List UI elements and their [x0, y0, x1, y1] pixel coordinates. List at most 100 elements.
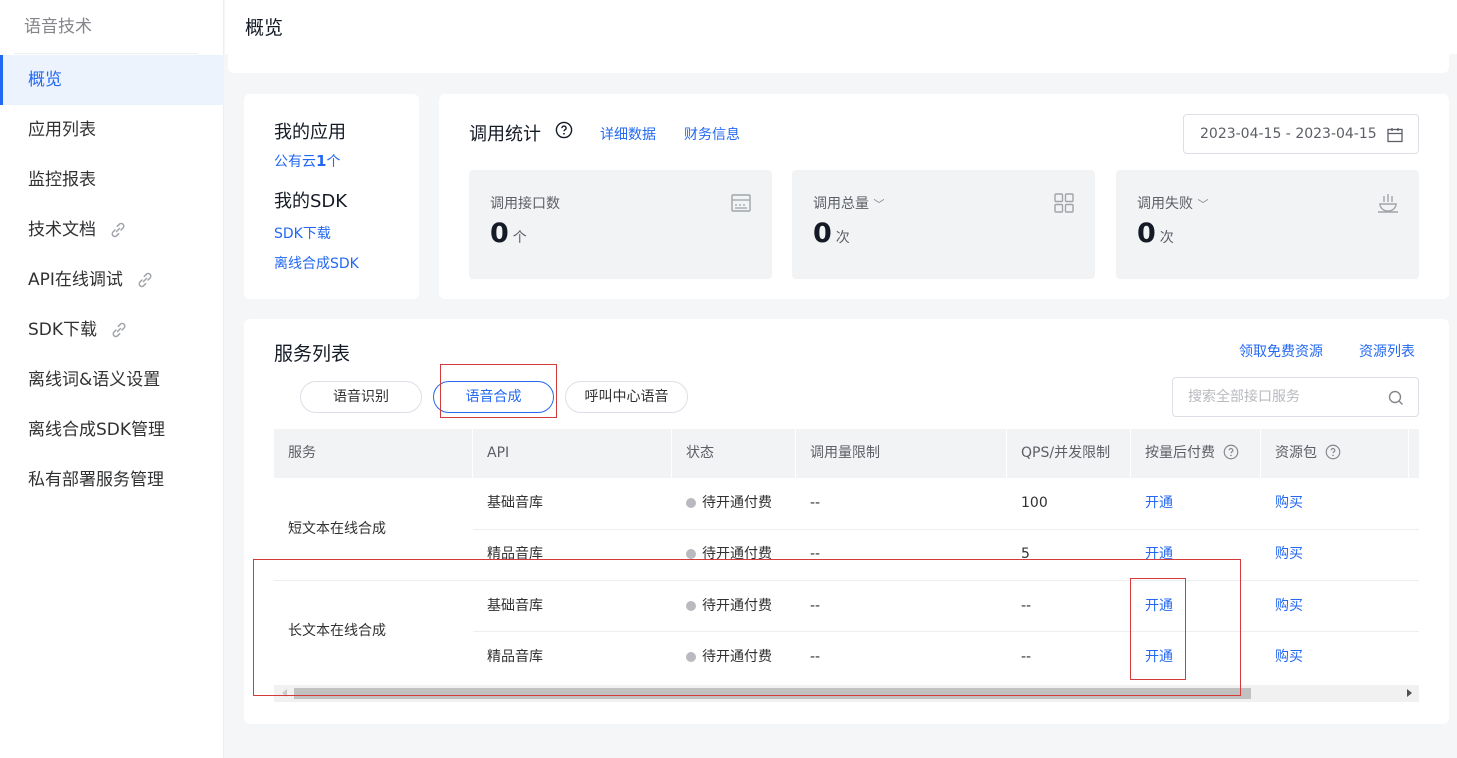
sidebar: 语音技术 概览 应用列表 监控报表 技术文档 API在线调试 SDK下载 离线词… [0, 0, 224, 758]
finance-info-link[interactable]: 财务信息 [684, 124, 740, 144]
public-cloud-label: 公有云 [274, 154, 316, 170]
column-header-package: 资源包 [1261, 429, 1409, 478]
sidebar-item-label: 离线合成SDK管理 [28, 420, 166, 440]
tab-speech-synthesis[interactable]: 语音合成 [433, 381, 554, 413]
stat-value: 0次 [1137, 218, 1174, 249]
buy-package-link[interactable]: 购买 [1261, 632, 1303, 683]
stat-label: 调用接口数 [490, 196, 560, 212]
tab-call-center-voice[interactable]: 呼叫中心语音 [565, 381, 688, 413]
detail-data-link[interactable]: 详细数据 [600, 124, 656, 144]
help-icon[interactable] [555, 121, 573, 139]
sidebar-item-offline-sdk-manage[interactable]: 离线合成SDK管理 [0, 405, 224, 455]
stat-unit: 次 [1159, 230, 1174, 246]
api-name: 精品音库 [487, 649, 543, 665]
status-dot [686, 498, 696, 508]
call-stats-card: 调用统计 详细数据 财务信息 2023-04-15 - 2023-04-15 调… [439, 94, 1449, 299]
column-header-qps: QPS/并发限制 [1007, 429, 1131, 478]
page-title: 概览 [245, 17, 284, 39]
call-limit-value: -- [810, 495, 821, 511]
chevron-down-icon: ﹀ [873, 198, 885, 211]
enable-postpaid-link[interactable]: 开通 [1131, 581, 1173, 632]
row-divider [274, 580, 1419, 581]
resource-list-link[interactable]: 资源列表 [1359, 341, 1415, 361]
sidebar-item-private-deploy[interactable]: 私有部署服务管理 [0, 455, 224, 505]
status-dot [686, 549, 696, 559]
link-icon [138, 272, 152, 288]
sidebar-item-label: 应用列表 [28, 120, 96, 140]
sidebar-item-sdk-download[interactable]: SDK下载 [0, 305, 224, 355]
chevron-down-icon: ﹀ [1197, 198, 1209, 211]
buy-package-link[interactable]: 购买 [1261, 581, 1303, 632]
help-icon[interactable] [1325, 444, 1341, 460]
stat-label[interactable]: 调用失败 ﹀ [1137, 193, 1208, 213]
date-range-value: 2023-04-15 - 2023-04-15 [1200, 126, 1377, 142]
page-header: 概览 [225, 0, 1457, 54]
sidebar-item-label: 技术文档 [28, 220, 96, 240]
sidebar-item-app-list[interactable]: 应用列表 [0, 105, 224, 155]
stat-api-count: 调用接口数 0个 [469, 170, 772, 279]
sidebar-title: 语音技术 [24, 17, 92, 37]
status-dot [686, 652, 696, 662]
api-name: 精品音库 [487, 546, 543, 562]
column-header-service: 服务 [274, 429, 473, 478]
sidebar-item-offline-words[interactable]: 离线词&语义设置 [0, 355, 224, 405]
table-header: 服务 API 状态 调用量限制 QPS/并发限制 按量后付费 资源包 [274, 429, 1419, 478]
sidebar-item-label: 概览 [28, 70, 62, 90]
qps-value: -- [1021, 649, 1032, 665]
enable-postpaid-link[interactable]: 开通 [1131, 529, 1173, 580]
call-limit-value: -- [810, 598, 821, 614]
api-name: 基础音库 [487, 598, 543, 614]
status-badge: 待开通付费 [672, 632, 772, 683]
scroll-left-icon[interactable] [282, 689, 287, 697]
buy-package-link[interactable]: 购买 [1261, 529, 1303, 580]
qps-value: 5 [1021, 546, 1030, 562]
status-badge: 待开通付费 [672, 581, 772, 632]
column-header-call-limit: 调用量限制 [796, 429, 1007, 478]
stat-label[interactable]: 调用总量 ﹀ [813, 193, 884, 213]
offline-sdk-link[interactable]: 离线合成SDK [274, 253, 359, 273]
api-icon [731, 194, 751, 212]
sidebar-divider [14, 53, 198, 54]
enable-postpaid-link[interactable]: 开通 [1131, 632, 1173, 683]
enable-postpaid-link[interactable]: 开通 [1131, 478, 1173, 529]
scroll-right-icon[interactable] [1407, 689, 1412, 697]
service-search[interactable] [1172, 377, 1419, 417]
buy-package-link[interactable]: 购买 [1261, 478, 1303, 529]
column-header-status: 状态 [672, 429, 796, 478]
tab-speech-recognition[interactable]: 语音识别 [300, 381, 422, 413]
call-limit-value: -- [810, 546, 821, 562]
public-cloud-link[interactable]: 公有云1个 [274, 151, 340, 171]
grid-icon [1054, 193, 1074, 213]
sidebar-item-monitor[interactable]: 监控报表 [0, 155, 224, 205]
failure-icon [1378, 194, 1398, 213]
search-icon[interactable] [1388, 390, 1404, 406]
public-cloud-suffix: 个 [326, 154, 341, 170]
stats-title: 调用统计 [469, 124, 541, 145]
status-badge: 待开通付费 [672, 529, 772, 580]
link-icon [111, 222, 125, 238]
sidebar-item-label: 监控报表 [28, 170, 96, 190]
search-input[interactable] [1188, 378, 1388, 416]
horizontal-scrollbar[interactable] [274, 685, 1419, 702]
sidebar-item-api-debug[interactable]: API在线调试 [0, 255, 224, 305]
stat-failed-calls: 调用失败 ﹀ 0次 [1116, 170, 1419, 279]
qps-value: 100 [1021, 495, 1048, 511]
sidebar-item-overview[interactable]: 概览 [0, 55, 224, 105]
free-resource-link[interactable]: 领取免费资源 [1239, 341, 1323, 361]
stat-unit: 次 [835, 230, 850, 246]
status-badge: 待开通付费 [672, 478, 772, 529]
date-range-picker[interactable]: 2023-04-15 - 2023-04-15 [1183, 114, 1419, 154]
sidebar-item-docs[interactable]: 技术文档 [0, 205, 224, 255]
stat-value: 0个 [490, 218, 527, 249]
stat-total-calls: 调用总量 ﹀ 0次 [792, 170, 1095, 279]
sidebar-item-label: API在线调试 [28, 270, 123, 290]
status-dot [686, 601, 696, 611]
sidebar-item-label: 私有部署服务管理 [28, 470, 164, 490]
my-sdk-heading: 我的SDK [274, 191, 348, 212]
service-list-title: 服务列表 [274, 343, 351, 365]
scrollbar-thumb[interactable] [294, 688, 1251, 699]
sidebar-item-label: 离线词&语义设置 [28, 370, 161, 390]
help-icon[interactable] [1223, 444, 1239, 460]
sdk-download-link[interactable]: SDK下载 [274, 223, 331, 243]
api-name: 基础音库 [487, 495, 543, 511]
